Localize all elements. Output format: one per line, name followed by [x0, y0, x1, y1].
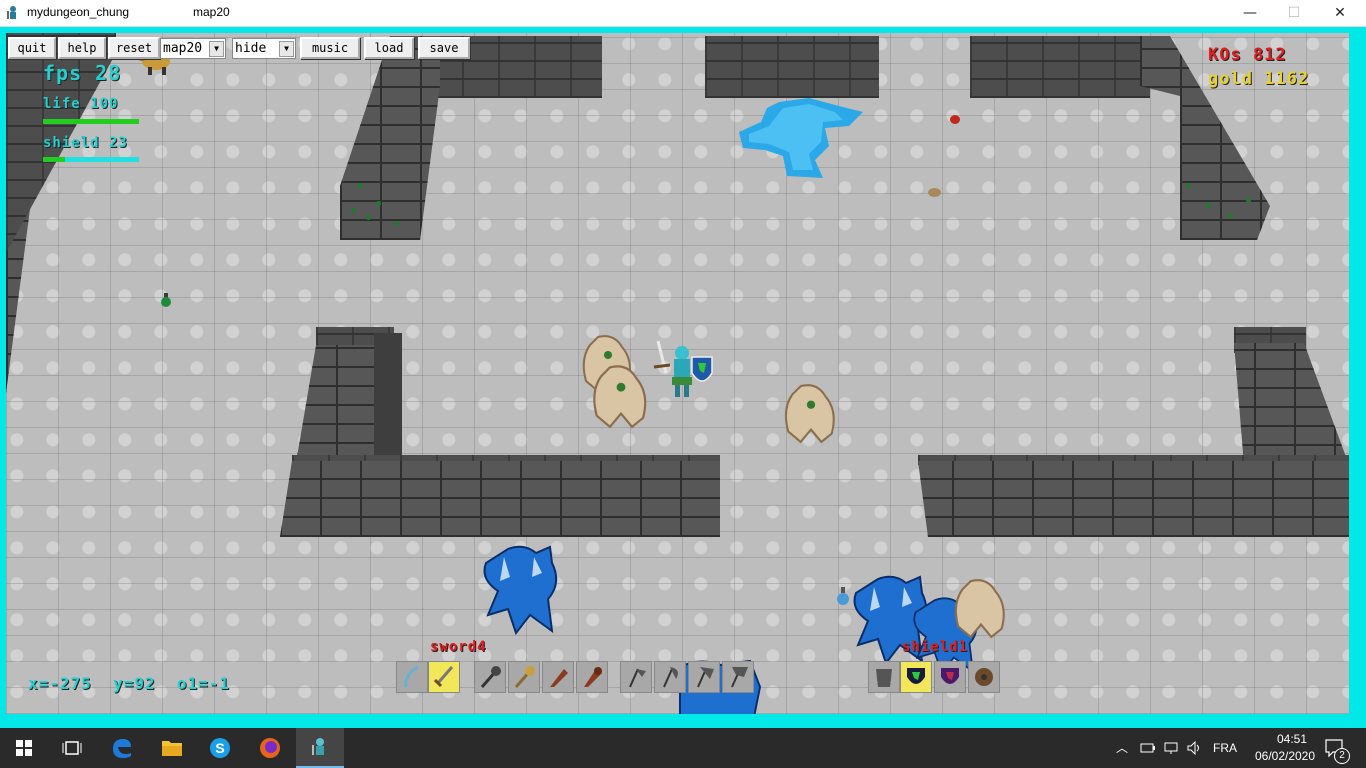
mace-icon[interactable] [474, 661, 506, 693]
kos-counter: KOs 812 [1208, 45, 1287, 65]
shield-label: shield 23 [43, 135, 128, 151]
map-select-value: map20 [163, 41, 203, 56]
battery-icon[interactable] [1140, 741, 1156, 755]
app-knight-icon [7, 6, 16, 19]
wraith-enemy[interactable] [478, 543, 564, 635]
wall-mid-left-long [280, 461, 720, 537]
golem-enemy[interactable] [780, 381, 842, 445]
game-frame: fps 28 life 100 shield 23 KOs 812 gold 1… [0, 27, 1366, 728]
view-select-value: hide [235, 41, 267, 56]
armor-icon[interactable] [868, 661, 900, 693]
golem-enemy[interactable] [588, 363, 654, 429]
quit-button[interactable]: quit [8, 37, 56, 59]
svg-text:S: S [215, 740, 224, 756]
moss [366, 215, 371, 220]
help-button[interactable]: help [58, 37, 106, 59]
maximize-button[interactable]: ☐ [1271, 0, 1317, 26]
load-button[interactable]: load [364, 37, 414, 59]
moss [1186, 183, 1191, 188]
start-button[interactable] [0, 728, 48, 768]
taskbar: S ︿ FRA 04:51 06/02/2020 2 [0, 728, 1366, 768]
red-gem-item[interactable] [950, 115, 960, 124]
hatchet-icon[interactable] [654, 661, 686, 693]
wall-mid-left-side [374, 333, 402, 463]
skype-icon: S [210, 738, 230, 758]
tray-overflow-icon[interactable]: ︿ [1116, 739, 1128, 756]
firefox-icon [260, 738, 280, 758]
purple-shield-icon[interactable] [934, 661, 966, 693]
task-view-icon [62, 741, 82, 755]
battleaxe-icon[interactable] [688, 661, 720, 693]
map-select[interactable]: map20 ▼ [160, 38, 226, 59]
bread-item[interactable] [928, 188, 941, 197]
view-select[interactable]: hide ▼ [232, 38, 296, 59]
spiked-club-icon[interactable] [576, 661, 608, 693]
life-bar [43, 119, 139, 124]
window-title: mydungeon_chung [27, 5, 130, 19]
water-puddle [739, 98, 863, 178]
lion-shield-icon[interactable] [900, 661, 932, 693]
clock-time[interactable]: 04:51 [1262, 732, 1322, 746]
moss [376, 201, 381, 206]
app-knight-icon [312, 738, 324, 755]
double-axe-icon[interactable] [722, 661, 754, 693]
clock-date[interactable]: 06/02/2020 [1248, 749, 1322, 763]
minimize-button[interactable]: — [1227, 0, 1273, 26]
edge-taskbar-button[interactable] [98, 728, 146, 768]
fps-counter: fps 28 [43, 61, 122, 85]
save-button[interactable]: save [418, 37, 470, 59]
potion-item[interactable] [156, 291, 176, 309]
moss [1228, 213, 1233, 218]
skype-taskbar-button[interactable]: S [196, 728, 244, 768]
reset-button[interactable]: reset [108, 37, 160, 59]
chevron-down-icon: ▼ [279, 41, 294, 57]
moss [1206, 203, 1211, 208]
wall-mid-right-long [918, 461, 1349, 537]
windows-logo-icon [16, 740, 32, 756]
close-button[interactable]: ✕ [1317, 0, 1363, 26]
round-shield-icon[interactable] [968, 661, 1000, 693]
player-knight[interactable] [648, 339, 718, 401]
firefox-taskbar-button[interactable] [246, 728, 294, 768]
mydungeon-taskbar-button[interactable] [296, 728, 344, 768]
gold-counter: gold 1162 [1208, 69, 1310, 89]
moss [1246, 198, 1251, 203]
weapon-name-label: sword4 [430, 639, 487, 655]
coordinates-readout: x=-275 y=92 o1=-1 [28, 674, 231, 693]
file-explorer-taskbar-button[interactable] [148, 728, 196, 768]
network-icon[interactable] [1163, 740, 1179, 756]
sword-icon[interactable] [428, 661, 460, 693]
folder-icon [162, 741, 182, 756]
life-label: life 100 [43, 96, 119, 112]
potion-item[interactable] [834, 585, 852, 607]
task-view-button[interactable] [48, 728, 96, 768]
bow-icon[interactable] [396, 661, 428, 693]
moss [351, 208, 356, 213]
volume-icon[interactable] [1186, 740, 1202, 756]
wall-top-right-side [1140, 36, 1270, 240]
edge-browser-icon [113, 739, 131, 758]
game-viewport[interactable]: fps 28 life 100 shield 23 KOs 812 gold 1… [6, 33, 1349, 714]
wall-mid-right-post [1234, 343, 1349, 465]
shield-bar-fill [43, 157, 65, 162]
chevron-down-icon: ▼ [209, 41, 224, 57]
wall-top-center [705, 36, 879, 98]
notification-count-badge: 2 [1334, 748, 1350, 764]
window-titlebar: mydungeon_chung map20 — ☐ ✕ [0, 0, 1366, 27]
wall-top-right-top [970, 36, 1150, 98]
moss [394, 221, 399, 226]
golem-enemy[interactable] [950, 577, 1012, 639]
window-subtitle: map20 [193, 5, 230, 19]
language-indicator[interactable]: FRA [1213, 741, 1237, 755]
axe-icon[interactable] [620, 661, 652, 693]
morningstar-icon[interactable] [508, 661, 540, 693]
shield-name-label: shield1 [902, 639, 969, 655]
music-button[interactable]: music [300, 37, 360, 59]
moss [358, 183, 363, 188]
club-icon[interactable] [542, 661, 574, 693]
